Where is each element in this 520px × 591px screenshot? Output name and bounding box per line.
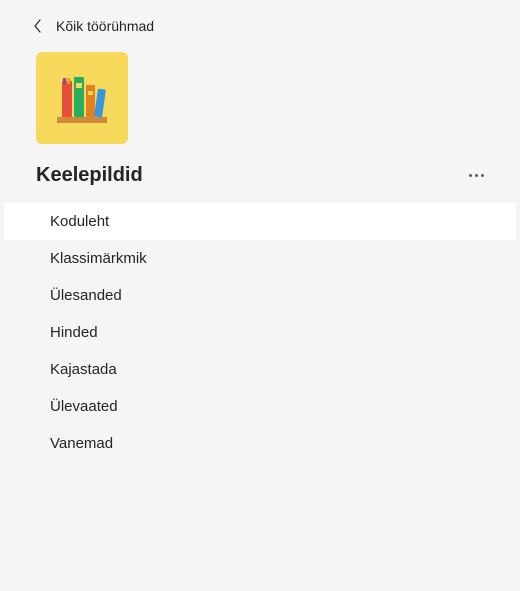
- team-avatar-block: [4, 52, 516, 144]
- more-options-icon[interactable]: [465, 170, 488, 181]
- header-back-row[interactable]: Kõik töörühmad: [4, 18, 516, 34]
- channel-list: KodulehtKlassimärkmikÜlesandedHindedKaja…: [4, 203, 516, 462]
- channel-item[interactable]: Koduleht: [4, 203, 516, 240]
- chevron-left-icon: [30, 18, 46, 34]
- channel-item[interactable]: Ülesanded: [4, 277, 516, 314]
- books-icon: [51, 67, 113, 129]
- team-avatar: [36, 52, 128, 144]
- channel-item[interactable]: Vanemad: [4, 425, 516, 462]
- header-back-label: Kõik töörühmad: [56, 18, 154, 34]
- channel-item[interactable]: Klassimärkmik: [4, 240, 516, 277]
- channel-item[interactable]: Ülevaated: [4, 388, 516, 425]
- channel-item[interactable]: Hinded: [4, 314, 516, 351]
- team-title: Keelepildid: [36, 164, 143, 187]
- channel-item[interactable]: Kajastada: [4, 351, 516, 388]
